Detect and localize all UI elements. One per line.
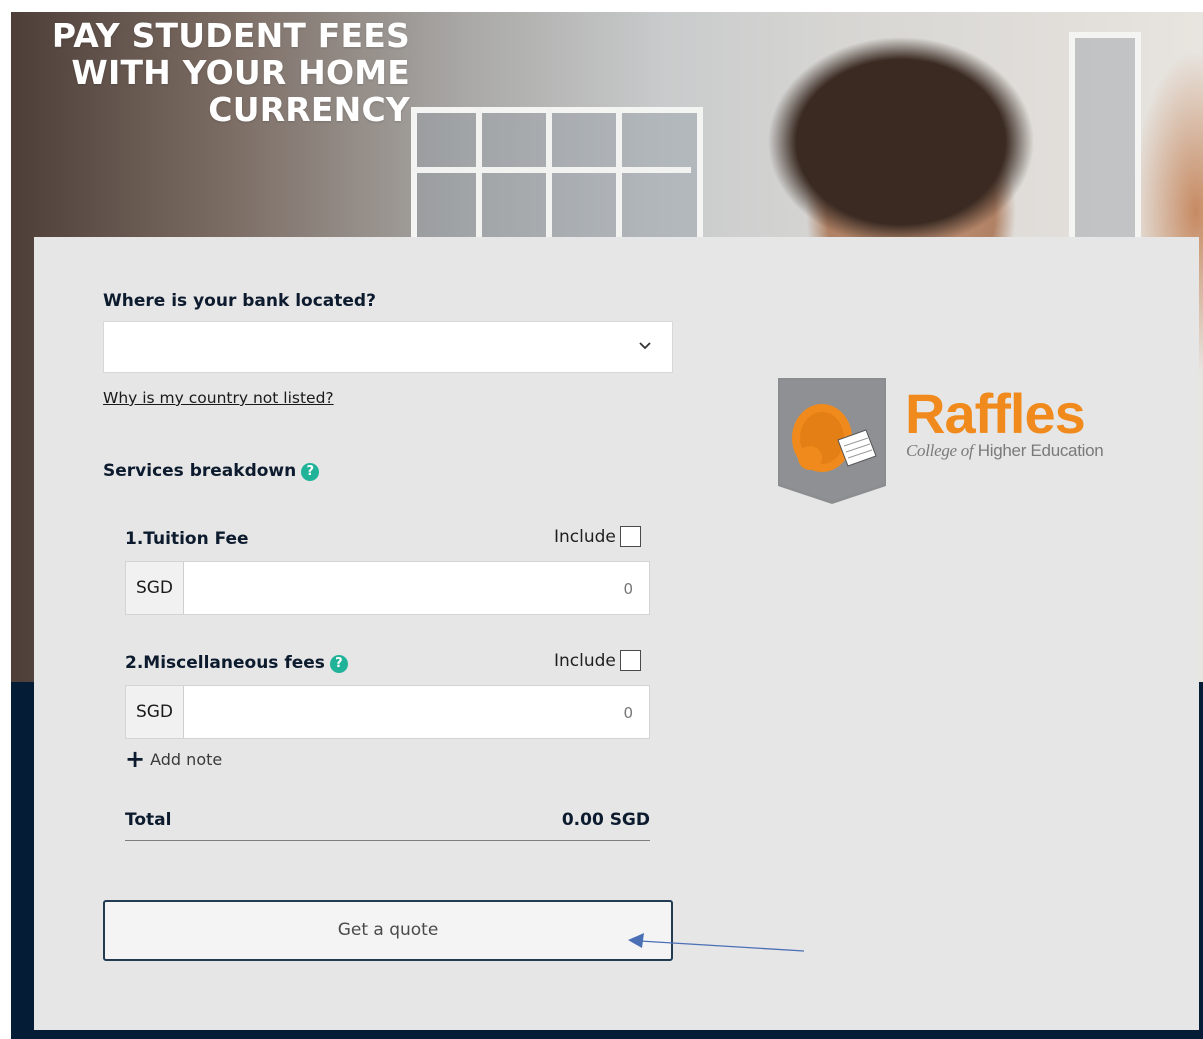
hero-title-line: PAY STUDENT FEES (51, 16, 410, 55)
tuition-amount-input[interactable] (231, 562, 635, 616)
hero-window-mullion (616, 107, 622, 247)
misc-fees-label: 2.Miscellaneous fees? (125, 653, 348, 673)
bank-country-select[interactable] (103, 321, 673, 373)
tuition-amount-field: SGD (125, 561, 650, 616)
help-icon[interactable]: ? (329, 655, 348, 673)
annotation-arrow-icon (628, 933, 805, 952)
hero-window-transom (411, 167, 691, 173)
misc-include-label: Include (554, 650, 616, 671)
misc-currency: SGD (126, 686, 184, 738)
logo-subtitle-rest: Higher Education (977, 441, 1104, 460)
misc-amount-input[interactable] (231, 686, 635, 740)
hero-window-mullion (476, 107, 482, 247)
total-value: 0.00 SGD (561, 810, 650, 830)
get-quote-button[interactable]: Get a quote (103, 900, 673, 961)
hero-title: PAY STUDENT FEES WITH YOUR HOME CURRENCY (52, 17, 410, 128)
plus-icon: + (125, 745, 146, 773)
tuition-include: Include (554, 526, 641, 547)
misc-include-checkbox[interactable] (619, 650, 641, 671)
tuition-include-label: Include (554, 526, 616, 547)
help-icon[interactable]: ? (301, 463, 320, 481)
hero-title-line: WITH YOUR HOME (71, 53, 410, 92)
misc-amount-field: SGD (125, 685, 650, 740)
misc-fees-text: 2.Miscellaneous fees (125, 653, 325, 673)
tuition-include-checkbox[interactable] (619, 526, 641, 547)
total-divider (125, 840, 650, 841)
hero-window (411, 107, 703, 249)
misc-include: Include (554, 650, 641, 671)
logo-subtitle-italic: College of (906, 441, 974, 460)
logo-wordmark: Raffles (905, 382, 1086, 445)
bank-location-label: Where is your bank located? (103, 291, 376, 311)
add-note-button[interactable]: + Add note (125, 745, 223, 773)
hero-title-line: CURRENCY (208, 90, 410, 129)
services-breakdown-text: Services breakdown (103, 461, 297, 481)
services-breakdown-label: Services breakdown? (103, 461, 320, 481)
hero-window-mullion (546, 107, 552, 247)
logo-subtitle: College of Higher Education (906, 441, 1104, 461)
country-not-listed-link[interactable]: Why is my country not listed? (103, 389, 334, 407)
total-label: Total (125, 810, 172, 830)
tuition-currency: SGD (126, 562, 184, 614)
tuition-fee-label: 1.Tuition Fee (125, 529, 249, 549)
add-note-label: Add note (150, 749, 223, 769)
chevron-down-icon (639, 342, 651, 350)
hero-window-right (1069, 32, 1141, 244)
